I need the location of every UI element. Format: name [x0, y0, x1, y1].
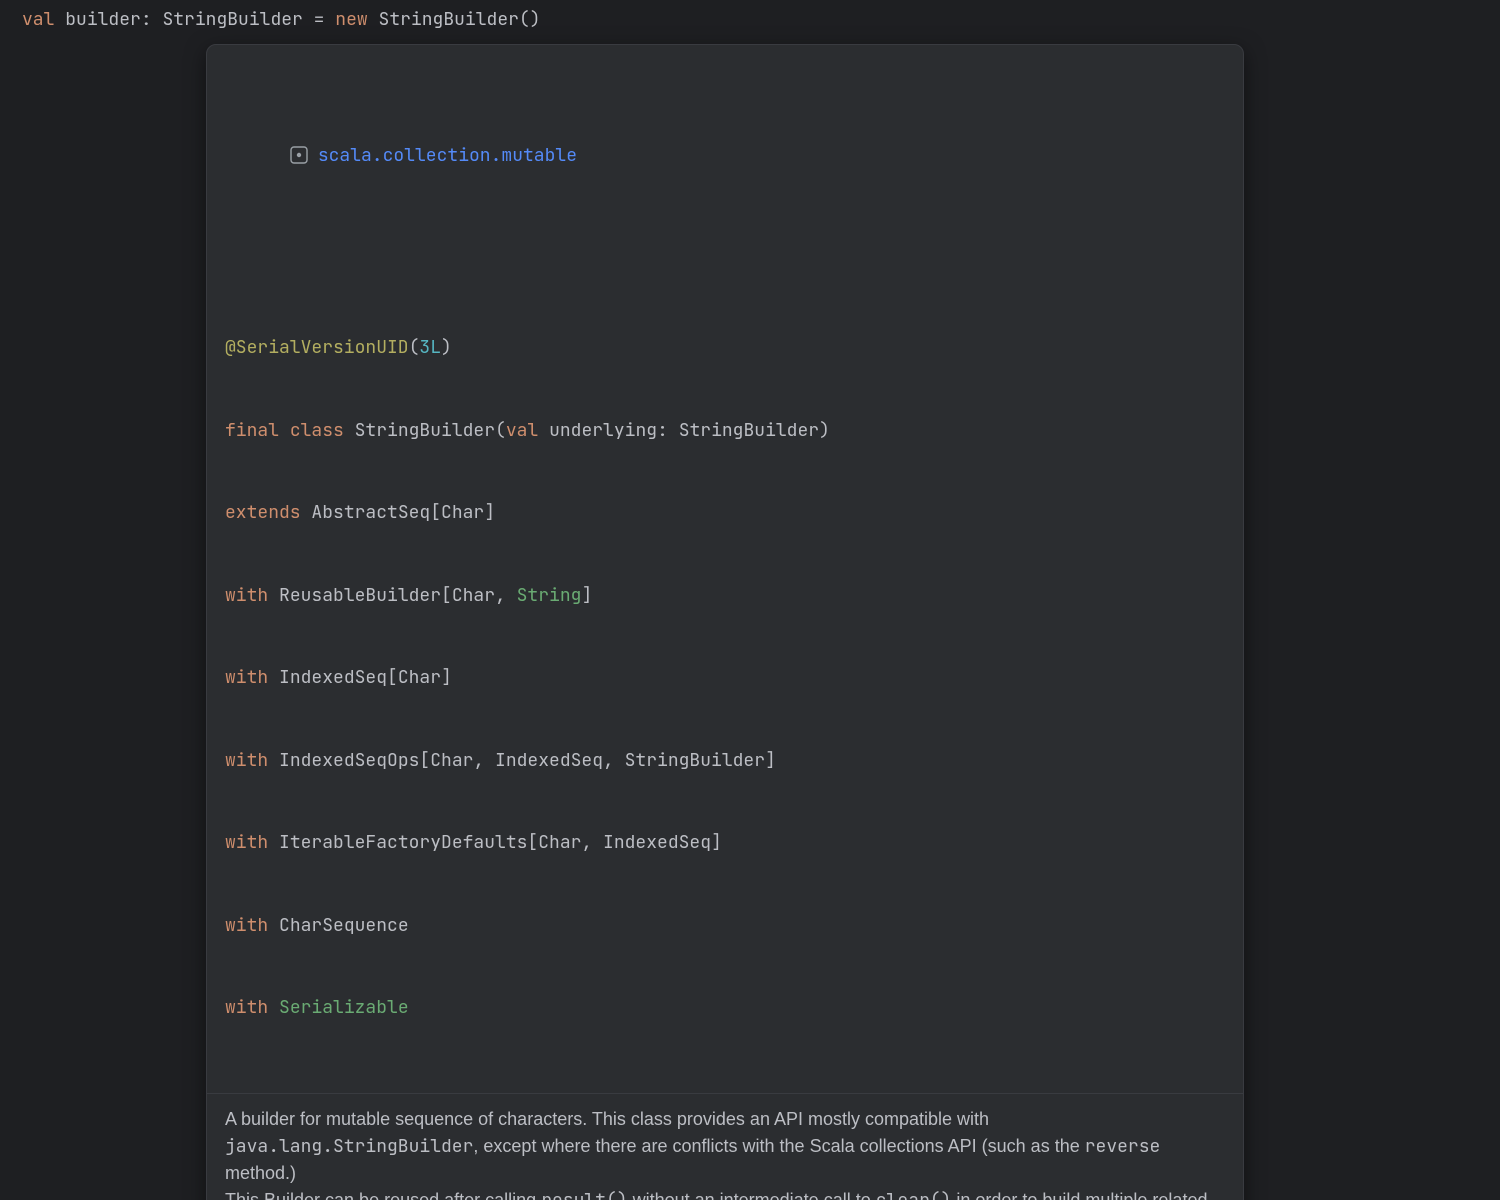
with-type: CharSequence	[279, 914, 409, 937]
with-type: IndexedSeqOps[Char, IndexedSeq, StringBu…	[279, 749, 776, 772]
keyword-val-param: val	[506, 419, 538, 442]
colon: :	[141, 8, 152, 31]
keyword-with: with	[225, 584, 268, 607]
annotation-name: @SerialVersionUID	[225, 336, 409, 359]
doc-code: clear()	[876, 1189, 952, 1200]
doc-text: This Builder can be reused after calling	[225, 1190, 541, 1200]
keyword-with: with	[225, 749, 268, 772]
with-type: IndexedSeq[Char]	[279, 666, 452, 689]
code-editor[interactable]: val builder: StringBuilder = new StringB…	[0, 0, 1500, 39]
doc-text: , except where there are conflicts with …	[473, 1136, 1084, 1156]
keyword-class: class	[290, 419, 344, 442]
with-type: ReusableBuilder[Char, String]	[279, 584, 592, 607]
doc-text: method.)	[225, 1163, 296, 1183]
with-type: IterableFactoryDefaults[Char, IndexedSeq…	[279, 831, 722, 854]
quick-doc-popup: scala.collection.mutable @SerialVersionU…	[206, 44, 1244, 1200]
class-name: StringBuilder	[355, 419, 495, 442]
equals: =	[314, 8, 325, 31]
annotation-literal: 3L	[419, 336, 441, 359]
keyword-with: with	[225, 831, 268, 854]
keyword-new: new	[335, 8, 367, 31]
param-type: StringBuilder	[679, 419, 819, 442]
keyword-with: with	[225, 996, 268, 1019]
type-annotation: StringBuilder	[162, 8, 302, 31]
doc-code: reverse	[1085, 1135, 1161, 1158]
keyword-final: final	[225, 419, 279, 442]
paren-close: )	[441, 336, 452, 359]
package-link[interactable]: scala.collection.mutable	[318, 144, 577, 167]
documentation-section: A builder for mutable sequence of charac…	[207, 1094, 1243, 1200]
extends-type: AbstractSeq[Char]	[311, 501, 495, 524]
signature-section: scala.collection.mutable @SerialVersionU…	[207, 45, 1243, 1093]
doc-text: without an intermediate call to	[628, 1190, 876, 1200]
paren-open: (	[409, 336, 420, 359]
with-type: Serializable	[279, 996, 409, 1019]
keyword-val: val	[22, 8, 54, 31]
keyword-extends: extends	[225, 501, 301, 524]
keyword-with: with	[225, 914, 268, 937]
doc-code: result()	[541, 1189, 627, 1200]
param-name: underlying	[549, 419, 657, 442]
doc-text: A builder for mutable sequence of charac…	[225, 1109, 989, 1129]
keyword-with: with	[225, 666, 268, 689]
doc-code: java.lang.StringBuilder	[225, 1135, 473, 1158]
package-icon	[290, 146, 308, 164]
identifier: builder	[65, 8, 141, 31]
constructor-call: StringBuilder()	[379, 8, 541, 31]
